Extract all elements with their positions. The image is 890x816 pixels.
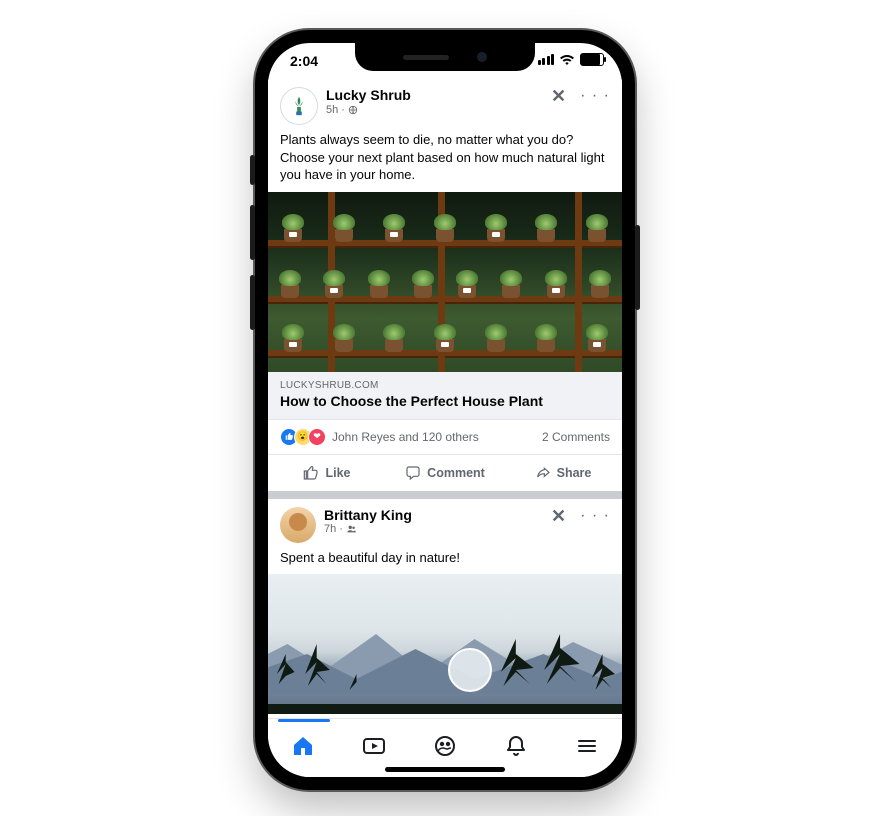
post-header: Lucky Shrub 5h · ✕ · · · xyxy=(268,79,622,129)
volume-down-button xyxy=(250,275,255,330)
feed[interactable]: Lucky Shrub 5h · ✕ · · · Plants always s… xyxy=(268,79,622,723)
status-right xyxy=(538,53,605,66)
post-image[interactable] xyxy=(268,192,622,372)
comment-icon xyxy=(405,465,421,481)
post-age: 5h xyxy=(326,104,338,116)
notch xyxy=(355,43,535,71)
link-card[interactable]: LUCKYSHRUB.COM How to Choose the Perfect… xyxy=(268,372,622,420)
nav-notifications[interactable] xyxy=(503,733,529,759)
share-button[interactable]: Share xyxy=(504,459,622,487)
bell-icon xyxy=(504,734,528,758)
tag-bubble[interactable] xyxy=(448,648,492,692)
avatar[interactable] xyxy=(280,507,316,543)
phone-frame: 2:04 Lucky Shrub 5h xyxy=(255,30,635,790)
nav-groups[interactable] xyxy=(432,733,458,759)
post-author[interactable]: Brittany King xyxy=(324,507,551,524)
nav-menu[interactable] xyxy=(574,733,600,759)
like-button[interactable]: Like xyxy=(268,459,386,487)
wifi-icon xyxy=(559,54,575,66)
action-bar: Like Comment Share xyxy=(268,455,622,491)
groups-icon xyxy=(433,734,457,758)
post: Brittany King 7h · ✕ · · · Spent a beaut… xyxy=(268,491,622,715)
love-reaction-icon: ❤ xyxy=(308,428,326,446)
nav-indicator xyxy=(278,719,330,722)
status-time: 2:04 xyxy=(290,53,318,69)
globe-icon xyxy=(348,105,358,115)
post-meta: 7h · xyxy=(324,523,551,535)
post-body: Plants always seem to die, no matter wha… xyxy=(268,129,622,192)
friends-icon xyxy=(346,524,357,534)
mute-switch xyxy=(250,155,255,185)
thumb-up-icon xyxy=(303,465,319,481)
close-post-button[interactable]: ✕ xyxy=(551,507,566,525)
post-author[interactable]: Lucky Shrub xyxy=(326,87,551,104)
link-domain: LUCKYSHRUB.COM xyxy=(280,380,610,391)
home-indicator[interactable] xyxy=(385,767,505,772)
cellular-signal-icon xyxy=(538,54,555,65)
close-post-button[interactable]: ✕ xyxy=(551,87,566,105)
video-icon xyxy=(362,734,386,758)
reactions-summary[interactable]: 😮 ❤ John Reyes and 120 others xyxy=(280,428,479,446)
like-label: Like xyxy=(325,466,350,480)
home-icon xyxy=(291,734,315,758)
comment-button[interactable]: Comment xyxy=(386,459,504,487)
comments-count[interactable]: 2 Comments xyxy=(542,430,610,444)
share-label: Share xyxy=(557,466,592,480)
comment-label: Comment xyxy=(427,466,485,480)
nav-video[interactable] xyxy=(361,733,387,759)
battery-icon xyxy=(580,53,604,66)
volume-up-button xyxy=(250,205,255,260)
post: Lucky Shrub 5h · ✕ · · · Plants always s… xyxy=(268,79,622,491)
link-title: How to Choose the Perfect House Plant xyxy=(280,393,610,409)
post-more-button[interactable]: · · · xyxy=(580,507,610,525)
screen: 2:04 Lucky Shrub 5h xyxy=(268,43,622,777)
reaction-icons: 😮 ❤ xyxy=(280,428,326,446)
post-image[interactable] xyxy=(268,574,622,714)
menu-icon xyxy=(575,734,599,758)
power-button xyxy=(635,225,640,310)
post-body: Spent a beautiful day in nature! xyxy=(268,547,622,575)
post-more-button[interactable]: · · · xyxy=(580,87,610,105)
share-icon xyxy=(535,465,551,481)
avatar[interactable] xyxy=(280,87,318,125)
reactions-row: 😮 ❤ John Reyes and 120 others 2 Comments xyxy=(268,420,622,455)
reactions-text: John Reyes and 120 others xyxy=(332,430,479,444)
post-header: Brittany King 7h · ✕ · · · xyxy=(268,499,622,547)
post-age: 7h xyxy=(324,523,336,535)
nav-home[interactable] xyxy=(290,733,316,759)
plant-logo-icon xyxy=(288,95,310,117)
post-meta: 5h · xyxy=(326,104,551,116)
